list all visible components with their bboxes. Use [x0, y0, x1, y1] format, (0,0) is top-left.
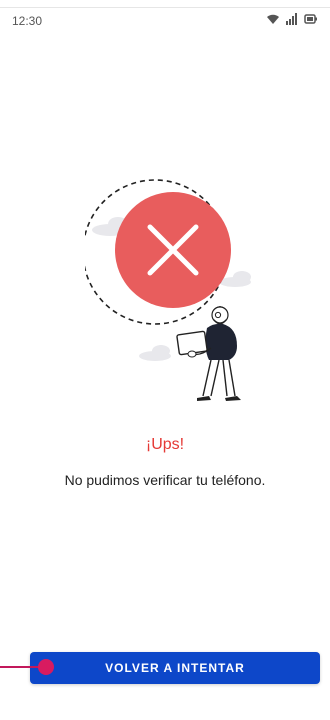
signal-icon	[286, 13, 298, 25]
battery-icon	[304, 13, 318, 25]
retry-button[interactable]: VOLVER A INTENTAR	[30, 652, 320, 684]
error-title: ¡Ups!	[145, 436, 185, 453]
status-time: 12:30	[12, 14, 43, 28]
status-bar: 12:30	[0, 10, 330, 34]
top-border	[0, 0, 330, 8]
person-illustration	[176, 306, 241, 401]
status-icons	[266, 13, 318, 25]
error-illustration	[82, 170, 255, 410]
wifi-icon	[266, 13, 280, 25]
error-message: No pudimos verificar tu teléfono.	[64, 472, 266, 488]
touch-indicator-dot	[38, 659, 54, 675]
verification-error-screen: 12:30 ¡Ups! No pudimos verificar tu telé…	[0, 0, 330, 720]
